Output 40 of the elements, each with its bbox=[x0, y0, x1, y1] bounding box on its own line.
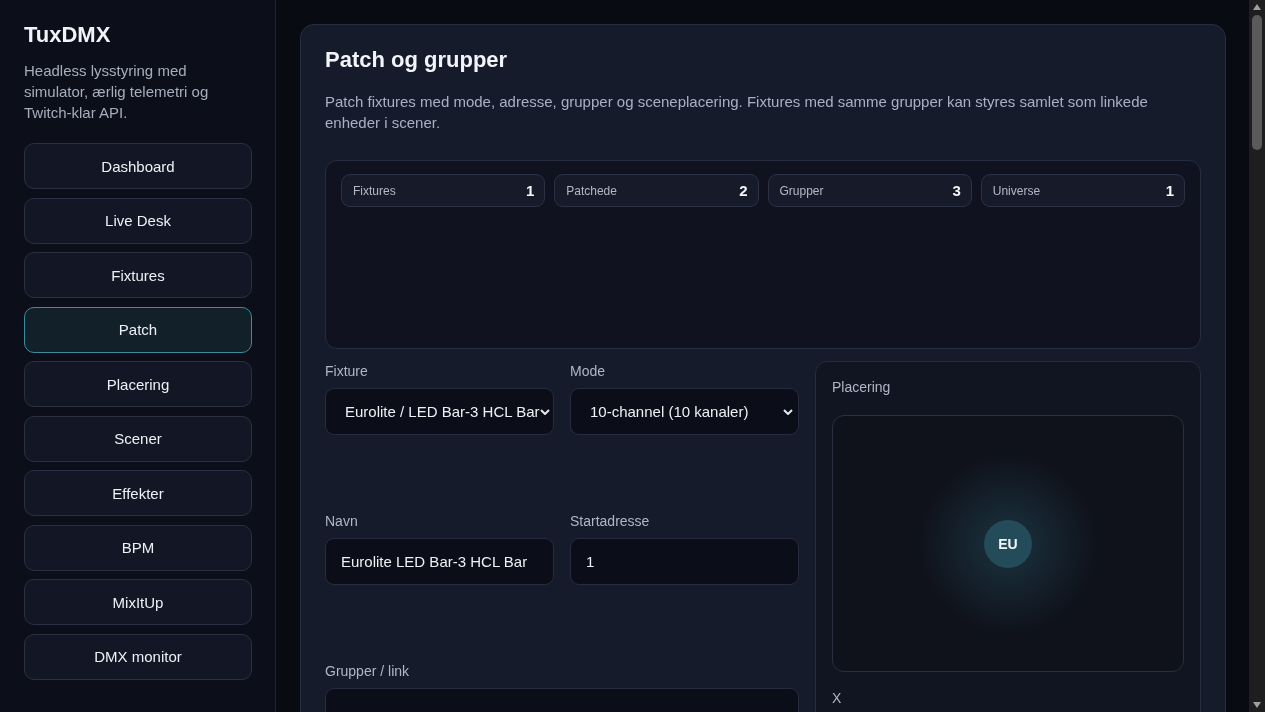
name-input[interactable]: Eurolite LED Bar-3 HCL Bar bbox=[325, 538, 554, 585]
app-title: TuxDMX bbox=[24, 22, 112, 48]
nav-button[interactable]: BPM bbox=[24, 524, 252, 571]
nav-button[interactable]: Fixtures bbox=[24, 252, 252, 298]
nav-button[interactable]: Scener bbox=[24, 415, 252, 462]
fixture-marker[interactable]: EU bbox=[984, 519, 1032, 568]
page-description: Patch fixtures med mode, adresse, grupper og sceneplacering. Fixtures med samme grupper kan styres samlet som linkede enheder i scener. bbox=[325, 92, 1149, 133]
field-label: Navn bbox=[325, 513, 359, 529]
start-address-input[interactable]: 1 bbox=[570, 538, 799, 585]
nav-button[interactable]: Dashboard bbox=[24, 143, 252, 189]
fixture-dropdown[interactable]: Eurolite / LED Bar-3 HCL Bar bbox=[325, 388, 554, 435]
scroll-down-icon[interactable] bbox=[1253, 702, 1261, 708]
scroll-up-icon[interactable] bbox=[1253, 4, 1261, 10]
stat-value: 1 bbox=[525, 182, 535, 199]
stat-value: 2 bbox=[739, 182, 748, 199]
field-label: X bbox=[832, 690, 843, 706]
stat-value: 1 bbox=[1165, 182, 1174, 199]
page-title: Patch og grupper bbox=[325, 47, 509, 73]
stat-value: 3 bbox=[952, 182, 961, 199]
chevron-down-icon bbox=[783, 408, 793, 415]
nav-button[interactable]: DMX monitor bbox=[24, 633, 252, 680]
nav-button[interactable]: Live Desk bbox=[24, 197, 252, 244]
chevron-down-icon bbox=[539, 408, 550, 415]
mode-dropdown[interactable]: 10-channel (10 kanaler) bbox=[570, 388, 799, 435]
nav-button[interactable]: Effekter bbox=[24, 470, 252, 516]
stat-label: Patchede bbox=[566, 183, 617, 198]
stat-label: Grupper bbox=[779, 183, 824, 198]
field-label: Fixture bbox=[325, 363, 369, 379]
field-label: Grupper / link bbox=[325, 663, 411, 679]
field-label: Startadresse bbox=[570, 513, 651, 529]
nav-button[interactable]: MixItUp bbox=[24, 579, 252, 625]
field-label: Mode bbox=[570, 363, 607, 379]
nav-button[interactable]: Placering bbox=[24, 361, 252, 407]
app-tagline: Headless lysstyring med simulator, ærlig telemetri og Twitch-klar API. bbox=[24, 61, 210, 123]
stat-label: Universe bbox=[992, 183, 1041, 198]
placement-title: Placering bbox=[832, 379, 892, 395]
scrollbar-thumb[interactable] bbox=[1252, 15, 1262, 150]
scrollbar[interactable] bbox=[1249, 0, 1265, 712]
nav-button[interactable]: Patch bbox=[24, 306, 252, 353]
stat-label: Fixtures bbox=[353, 183, 396, 198]
